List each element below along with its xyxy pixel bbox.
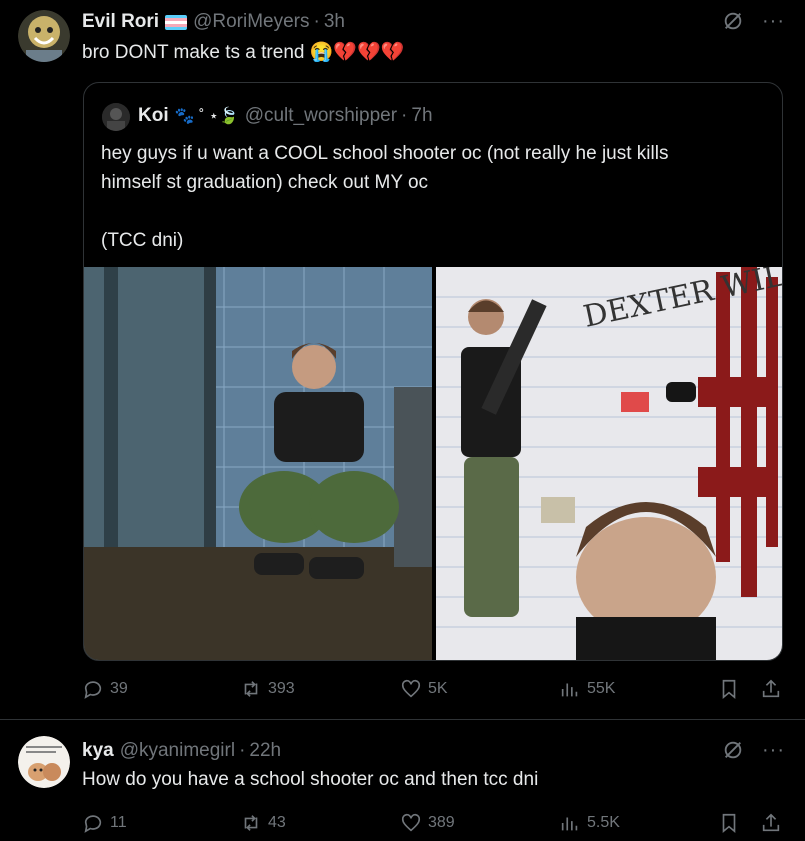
tweet-text: How do you have a school shooter oc and … [82, 769, 539, 790]
like-count: 5K [428, 680, 448, 697]
tweet-top-actions: ··· [722, 10, 785, 32]
repost-button[interactable]: 393 [240, 678, 295, 700]
heart-icon [401, 813, 421, 832]
share-button[interactable] [760, 812, 782, 834]
display-name[interactable]: Evil Rori [82, 11, 159, 33]
quoted-tweet[interactable]: Koi 🐾 ˚ ⋆🍃 @cult_worshipper · 7h hey guy… [83, 82, 783, 661]
repost-count: 43 [268, 814, 286, 831]
tweet-reply[interactable]: kya @kyanimegirl · 22h ··· How do you ha… [0, 720, 805, 841]
views-count: 5.5K [587, 814, 620, 831]
like-button[interactable]: 5K [400, 678, 448, 700]
share-icon [762, 813, 780, 832]
quoted-media: DEXTER WILKS [84, 267, 782, 660]
quoted-text-line: hey guys if u want a COOL school shooter… [101, 143, 669, 164]
tweet-header: Evil Rori @RoriMeyers · 3h [82, 11, 345, 33]
reply-button[interactable]: 39 [82, 678, 128, 700]
views-icon [561, 683, 578, 697]
share-icon [762, 679, 780, 698]
separator: · [401, 105, 408, 126]
quoted-text-line: himself st graduation) check out MY oc [101, 172, 429, 193]
display-name[interactable]: kya [82, 740, 114, 762]
tweet-actions: 11 43 389 5.5K [82, 812, 782, 836]
reply-button[interactable]: 11 [82, 812, 127, 834]
timestamp[interactable]: 3h [324, 11, 345, 33]
share-button[interactable] [760, 678, 782, 700]
reply-icon [84, 815, 102, 833]
tweet-top-actions: ··· [722, 739, 785, 761]
quoted-timestamp[interactable]: 7h [411, 105, 432, 127]
tweet-actions: 39 393 5K 55K [82, 678, 782, 702]
more-options-icon[interactable]: ··· [762, 740, 785, 760]
reply-count: 39 [110, 680, 128, 697]
quoted-text-line: (TCC dni) [101, 230, 184, 251]
tweet-header: kya @kyanimegirl · 22h [82, 740, 281, 762]
avatar[interactable] [18, 10, 70, 62]
repost-icon [244, 681, 258, 697]
separator: · [313, 11, 320, 32]
avatar[interactable] [18, 736, 70, 788]
grok-icon[interactable] [722, 739, 744, 761]
user-handle[interactable]: @kyanimegirl [120, 740, 235, 762]
views-button[interactable]: 5.5K [559, 812, 620, 834]
views-icon [561, 817, 578, 831]
quoted-text-line [101, 197, 761, 226]
tweet-main[interactable]: Evil Rori @RoriMeyers · 3h ··· bro DONT … [0, 0, 805, 719]
quoted-handle[interactable]: @cult_worshipper [245, 105, 397, 127]
tweet-text: bro DONT make ts a trend 😭💔💔💔 [82, 42, 405, 63]
quoted-name-emoji: 🐾 ˚ ⋆🍃 [174, 108, 239, 125]
quoted-display-name[interactable]: Koi [138, 105, 169, 127]
bookmark-button[interactable] [718, 812, 740, 834]
repost-button[interactable]: 43 [240, 812, 286, 834]
trans-flag-icon [165, 14, 188, 30]
reply-count: 11 [110, 814, 127, 831]
bookmark-button[interactable] [718, 678, 740, 700]
bookmark-icon [722, 679, 736, 700]
quoted-text: hey guys if u want a COOL school shooter… [101, 139, 761, 255]
separator: · [239, 740, 246, 761]
timestamp[interactable]: 22h [249, 740, 281, 762]
media-image-character-sheet[interactable]: DEXTER WILKS [435, 267, 782, 660]
quoted-header: Koi 🐾 ˚ ⋆🍃 @cult_worshipper · 7h [138, 105, 433, 127]
bookmark-icon [722, 813, 736, 834]
views-button[interactable]: 55K [559, 678, 615, 700]
like-count: 389 [428, 814, 455, 831]
views-count: 55K [587, 680, 616, 697]
grok-icon[interactable] [722, 10, 744, 32]
repost-icon [244, 815, 258, 831]
reply-icon [84, 681, 102, 699]
like-button[interactable]: 389 [400, 812, 455, 834]
user-handle[interactable]: @RoriMeyers [193, 11, 309, 33]
repost-count: 393 [268, 680, 295, 697]
media-image-bathroom[interactable] [84, 267, 433, 660]
heart-icon [401, 679, 421, 698]
more-options-icon[interactable]: ··· [762, 11, 785, 31]
quoted-avatar[interactable] [102, 103, 130, 131]
